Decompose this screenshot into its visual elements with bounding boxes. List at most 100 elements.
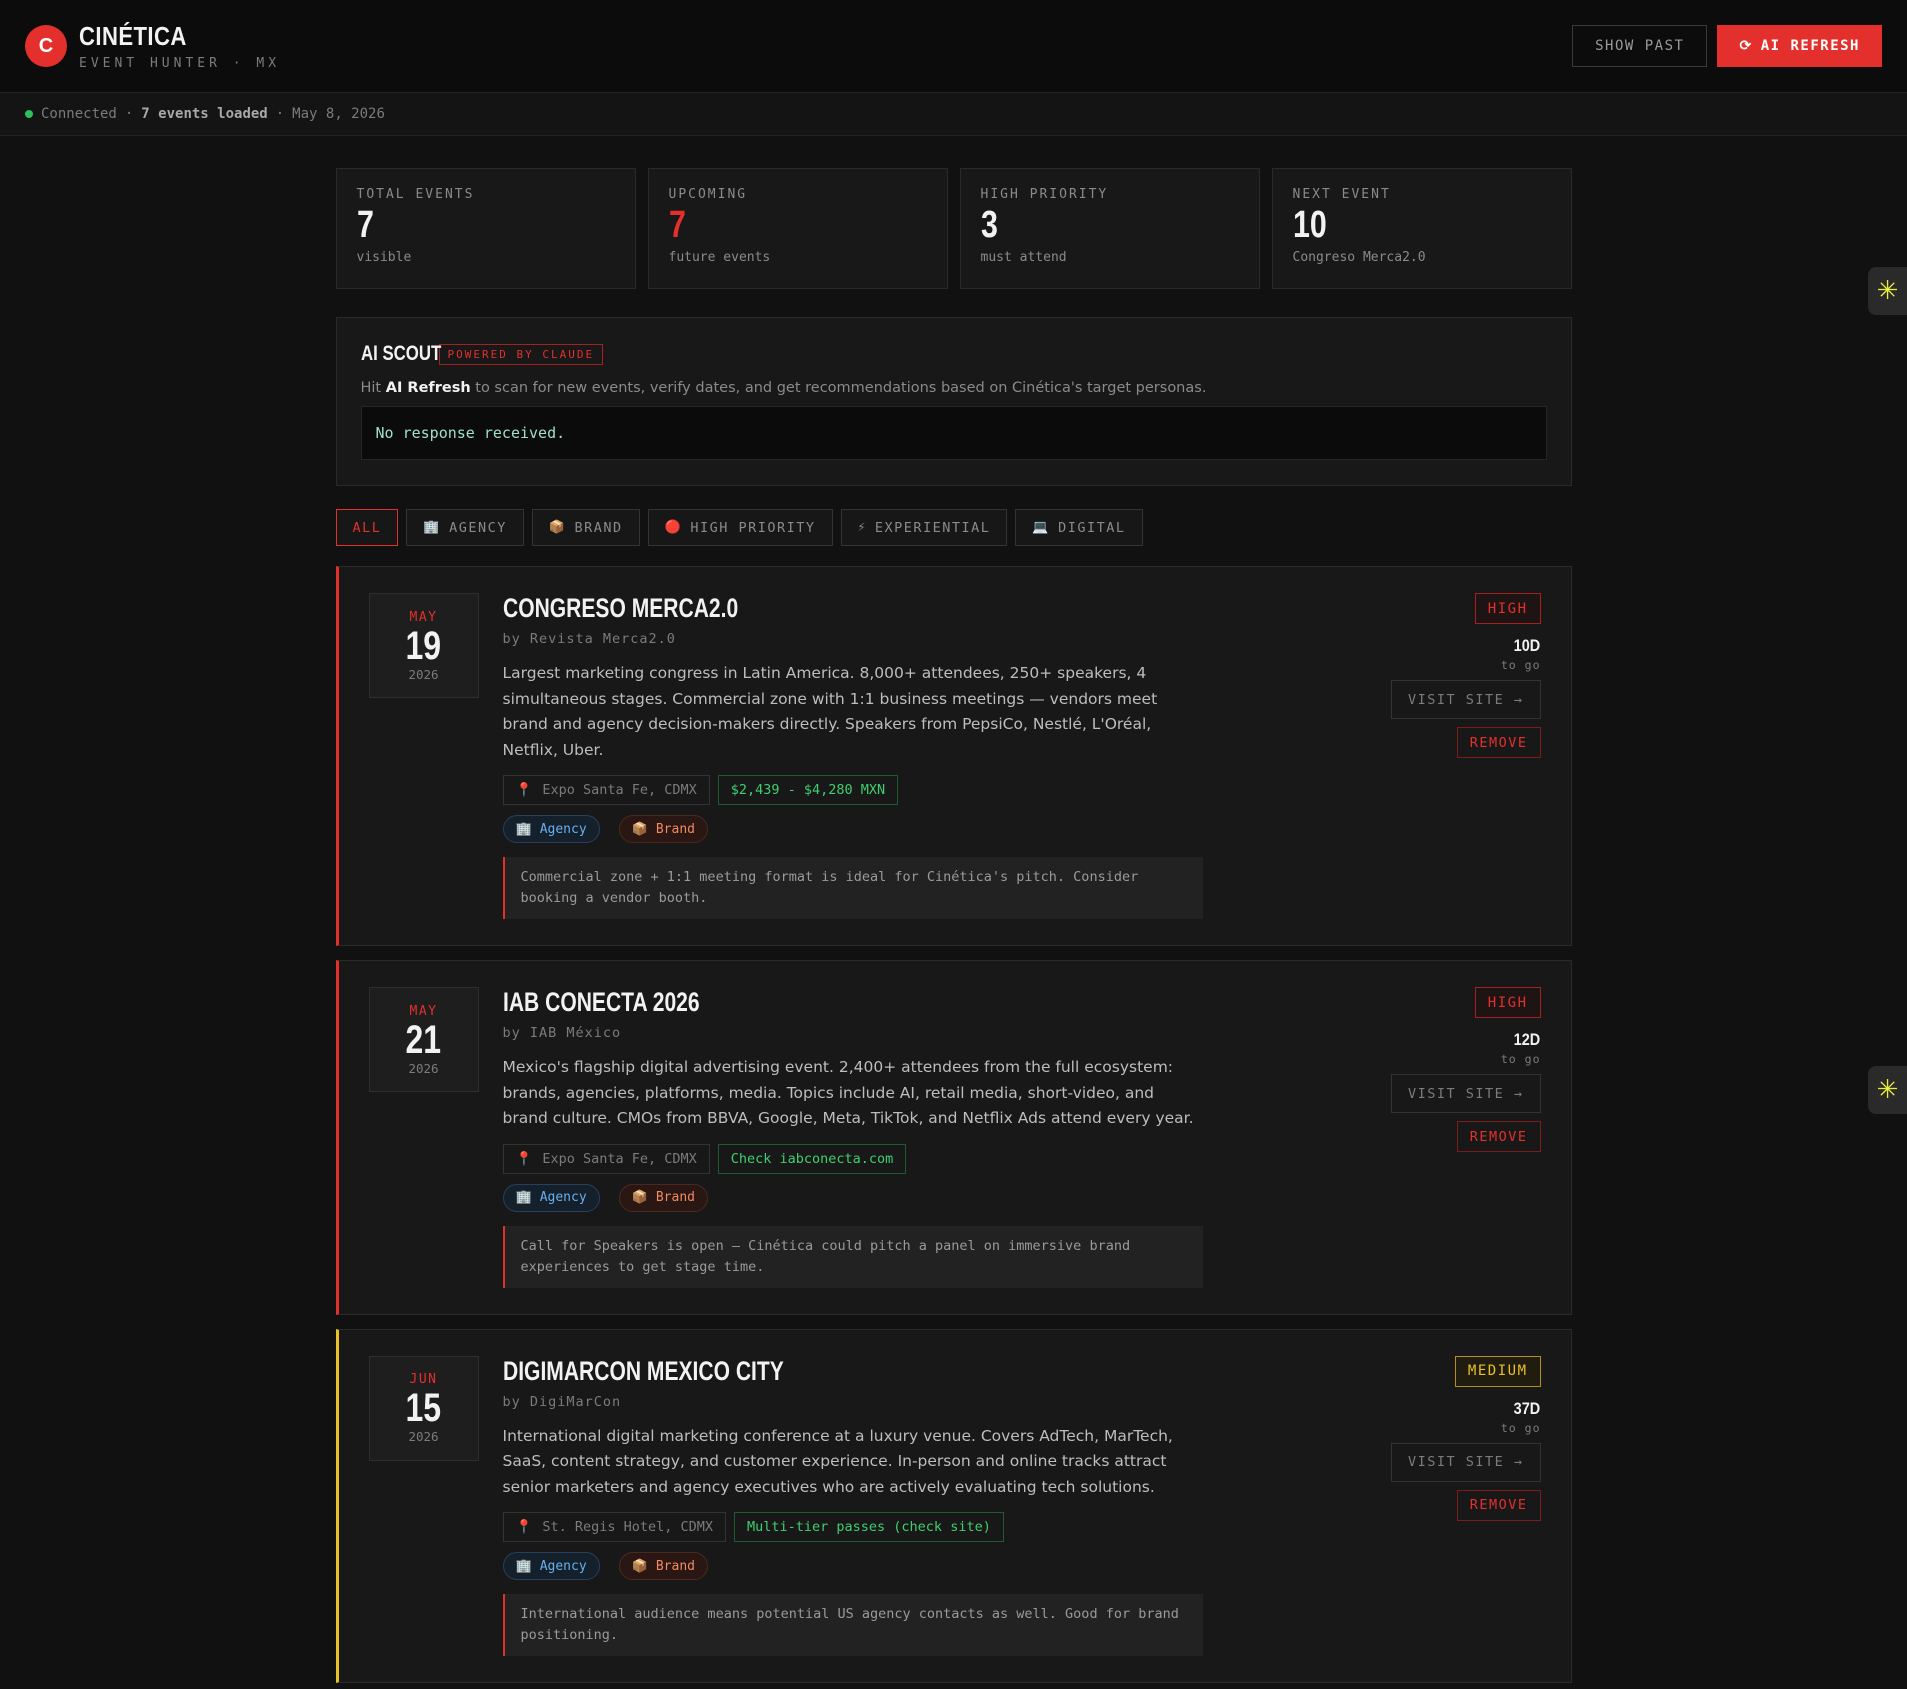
- event-note: Call for Speakers is open — Cinética cou…: [502, 1225, 1203, 1288]
- ai-scout-description: Hit AI Refresh to scan for new events, v…: [361, 380, 1547, 396]
- event-day: 21: [405, 1017, 442, 1062]
- days-remaining-label: to go: [1500, 658, 1541, 672]
- tag-brand: 📦 Brand: [618, 1183, 708, 1212]
- ai-scout-panel: AI SCOUT POWERED BY CLAUDE Hit AI Refres…: [335, 317, 1572, 486]
- visit-site-button[interactable]: VISIT SITE →: [1390, 1074, 1541, 1113]
- package-icon: 📦: [631, 1558, 648, 1574]
- priority-badge: MEDIUM: [1454, 1355, 1541, 1387]
- filter-label: AGENCY: [449, 519, 507, 536]
- filter-experiential[interactable]: ⚡ EXPERIENTIAL: [840, 509, 1008, 546]
- filter-all[interactable]: ALL: [335, 509, 399, 546]
- stats-row: TOTAL EVENTS 7 visible UPCOMING 7 future…: [335, 168, 1572, 289]
- app-subtitle: EVENT HUNTER · MX: [79, 56, 281, 71]
- tag-label: Brand: [655, 1190, 695, 1205]
- stat-value: 7: [356, 204, 374, 246]
- stat-sub: must attend: [980, 250, 1067, 265]
- filter-agency[interactable]: 🏢 AGENCY: [406, 509, 524, 546]
- filter-bar: ALL 🏢 AGENCY 📦 BRAND 🔴 HIGH PRIORITY ⚡ E…: [335, 509, 1572, 546]
- event-year: 2026: [408, 1429, 439, 1444]
- package-icon: 📦: [548, 520, 567, 535]
- event-tags: 🏢 Agency 📦 Brand: [502, 1552, 1203, 1580]
- main-content: TOTAL EVENTS 7 visible UPCOMING 7 future…: [335, 168, 1572, 1683]
- asterisk-widget-icon[interactable]: ✳: [1868, 1066, 1907, 1114]
- remove-button[interactable]: REMOVE: [1456, 1489, 1541, 1521]
- connection-status: Connected: [41, 106, 117, 122]
- desc-bold: AI Refresh: [385, 380, 471, 396]
- event-body: IAB CONECTA 2026 by IAB México Mexico's …: [502, 987, 1203, 1288]
- event-date: JUN 15 2026: [368, 1355, 479, 1461]
- stat-value: 7: [668, 204, 686, 246]
- lightning-icon: ⚡: [857, 520, 867, 535]
- tag-label: Agency: [539, 1558, 587, 1574]
- tag-label: Brand: [655, 1558, 695, 1574]
- desc-prefix: Hit: [360, 380, 382, 396]
- app-title: CINÉTICA: [79, 21, 187, 51]
- refresh-icon: ⟳: [1739, 38, 1753, 54]
- stat-label: TOTAL EVENTS: [356, 187, 475, 202]
- event-tags: 🏢 Agency 📦 Brand: [502, 1183, 1203, 1212]
- event-organizer: by DigiMarCon: [502, 1393, 622, 1410]
- status-bar: Connected · 7 events loaded · May 8, 202…: [0, 93, 1907, 136]
- event-note: Commercial zone + 1:1 meeting format is …: [502, 857, 1203, 919]
- package-icon: 📦: [631, 821, 648, 837]
- event-meta: 📍 St. Regis Hotel, CDMX Multi-tier passe…: [502, 1512, 1203, 1542]
- event-month: MAY: [409, 1003, 438, 1019]
- event-body: DIGIMARCON MEXICO CITY by DigiMarCon Int…: [502, 1356, 1203, 1656]
- event-actions: MEDIUM 37D to go VISIT SITE → REMOVE: [1390, 1355, 1541, 1657]
- event-date: MAY 19 2026: [368, 593, 479, 698]
- days-remaining-label: to go: [1500, 1052, 1541, 1066]
- days-remaining: 12D: [1513, 1030, 1541, 1049]
- tag-agency: 🏢 Agency: [502, 1552, 600, 1580]
- ai-scout-title: AI SCOUT: [360, 342, 441, 365]
- event-title: IAB CONECTA 2026: [502, 987, 700, 1017]
- desc-suffix: to scan for new events, verify dates, an…: [475, 380, 1207, 396]
- visit-site-button[interactable]: VISIT SITE →: [1390, 680, 1541, 719]
- ai-refresh-label: AI REFRESH: [1760, 38, 1860, 54]
- location-text: St. Regis Hotel, CDMX: [542, 1519, 713, 1535]
- event-title: CONGRESO MERCA2.0: [502, 593, 738, 623]
- filter-digital[interactable]: 💻 DIGITAL: [1015, 509, 1143, 546]
- priority-badge: HIGH: [1474, 593, 1541, 624]
- stat-label: NEXT EVENT: [1292, 187, 1391, 202]
- filter-label: HIGH PRIORITY: [690, 519, 816, 536]
- event-day: 19: [405, 623, 442, 668]
- powered-by-badge: POWERED BY CLAUDE: [438, 343, 604, 365]
- remove-button[interactable]: REMOVE: [1456, 727, 1541, 758]
- event-day: 15: [405, 1386, 442, 1430]
- event-year: 2026: [408, 1060, 439, 1076]
- remove-button[interactable]: REMOVE: [1456, 1121, 1541, 1152]
- filter-brand[interactable]: 📦 BRAND: [531, 509, 640, 546]
- event-organizer: by IAB México: [502, 1025, 622, 1041]
- event-card: JUN 15 2026 DIGIMARCON MEXICO CITY by Di…: [335, 1328, 1572, 1683]
- event-meta: 📍 Expo Santa Fe, CDMX $2,439 - $4,280 MX…: [502, 775, 1203, 805]
- filter-label: DIGITAL: [1058, 519, 1126, 536]
- ai-refresh-button[interactable]: ⟳ AI REFRESH: [1717, 25, 1882, 67]
- connection-indicator: [25, 110, 33, 118]
- stat-upcoming: UPCOMING 7 future events: [647, 168, 948, 289]
- building-icon: 🏢: [515, 821, 532, 837]
- red-circle-icon: 🔴: [664, 520, 683, 535]
- events-loaded: 7 events loaded: [141, 106, 268, 122]
- filter-label: BRAND: [574, 519, 623, 536]
- priority-badge: HIGH: [1474, 987, 1541, 1018]
- tag-label: Agency: [539, 1190, 587, 1205]
- stat-high-priority: HIGH PRIORITY 3 must attend: [959, 168, 1260, 289]
- pin-icon: 📍: [515, 782, 533, 798]
- status-separator: ·: [124, 106, 134, 122]
- event-organizer: by Revista Merca2.0: [502, 631, 676, 647]
- show-past-button[interactable]: SHOW PAST: [1572, 25, 1708, 67]
- pin-icon: 📍: [515, 1150, 533, 1167]
- event-description: International digital marketing conferen…: [502, 1426, 1173, 1496]
- location-text: Expo Santa Fe, CDMX: [542, 782, 697, 798]
- ai-scout-header: AI SCOUT POWERED BY CLAUDE: [361, 342, 1547, 366]
- location-text: Expo Santa Fe, CDMX: [542, 1150, 697, 1167]
- logo: C: [25, 25, 67, 67]
- asterisk-widget-icon[interactable]: ✳: [1868, 267, 1907, 315]
- filter-high-priority[interactable]: 🔴 HIGH PRIORITY: [647, 509, 833, 546]
- tag-label: Brand: [655, 821, 695, 837]
- event-card: MAY 19 2026 CONGRESO MERCA2.0 by Revista…: [335, 566, 1572, 946]
- laptop-icon: 💻: [1032, 520, 1051, 535]
- ai-response-box: No response received.: [360, 406, 1547, 460]
- filter-label: EXPERIENTIAL: [874, 519, 991, 536]
- visit-site-button[interactable]: VISIT SITE →: [1390, 1442, 1541, 1482]
